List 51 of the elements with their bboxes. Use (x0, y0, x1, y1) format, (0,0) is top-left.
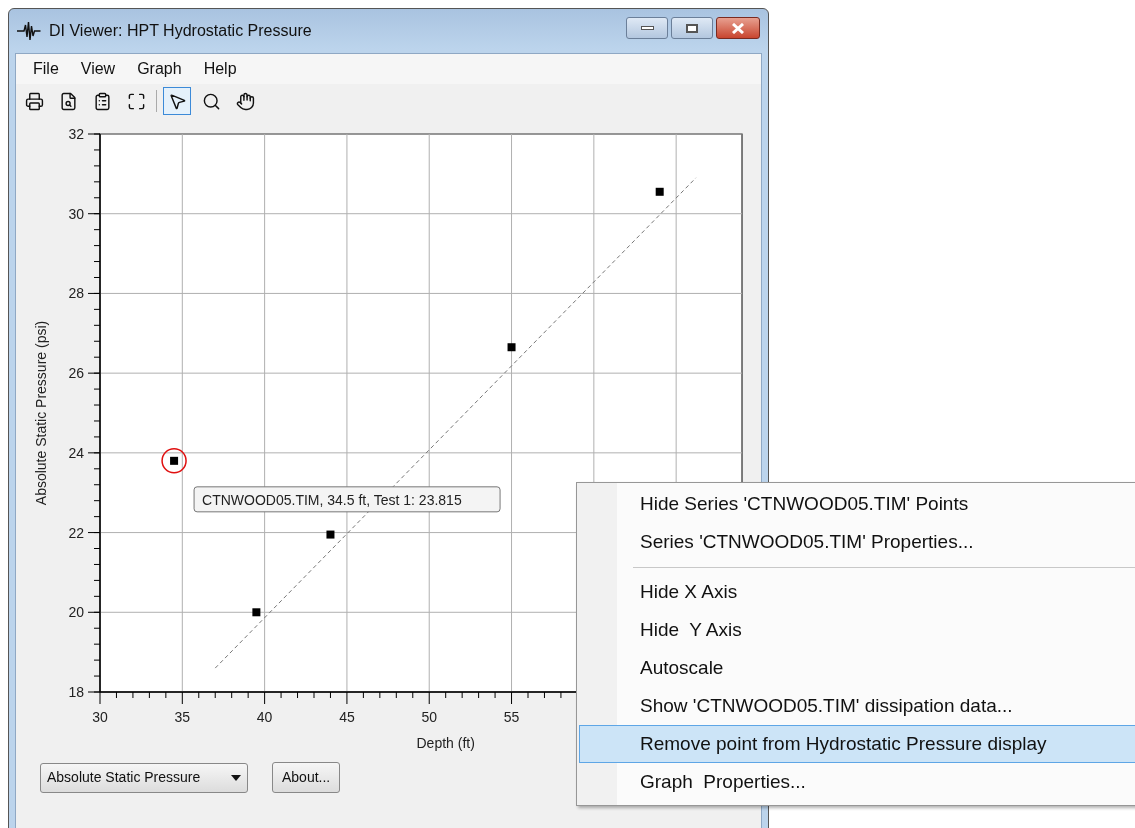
window-title: DI Viewer: HPT Hydrostatic Pressure (49, 21, 313, 41)
series-dropdown[interactable]: Absolute Static Pressure (40, 762, 248, 793)
y-tick-label: 20 (68, 604, 84, 621)
y-tick-label: 30 (68, 205, 84, 222)
about-button[interactable]: About... (272, 762, 341, 793)
context-menu-item[interactable]: Show 'CTNWOOD05.TIM' dissipation data... (579, 687, 1135, 725)
x-tick-label: 30 (92, 709, 108, 725)
data-point[interactable] (326, 530, 335, 539)
context-menu-item[interactable]: Hide Y Axis (579, 611, 1135, 649)
minimize-button[interactable] (626, 17, 668, 39)
properties-icon (92, 91, 112, 111)
waveform-icon (17, 22, 41, 40)
x-tick-label: 55 (503, 709, 520, 725)
tooltip: CTNWOOD05.TIM, 34.5 ft, Test 1: 23.815 (193, 486, 501, 513)
x-tick-label: 50 (421, 709, 437, 725)
y-tick-label: 28 (68, 285, 84, 302)
context-menu-item[interactable]: Series 'CTNWOOD05.TIM' Properties... (579, 523, 1135, 561)
menu-item[interactable]: File (24, 57, 68, 81)
close-button[interactable] (716, 17, 760, 39)
context-menu-item[interactable]: Remove point from Hydrostatic Pressure display (579, 725, 1135, 763)
menu-item[interactable]: View (71, 57, 125, 81)
fit-to-window-icon (126, 91, 146, 111)
y-tick-label: 22 (68, 524, 84, 541)
pointer-icon (167, 91, 187, 111)
menu-item[interactable]: Graph (128, 57, 191, 81)
context-menu-item[interactable]: Hide Series 'CTNWOOD05.TIM' Points (579, 485, 1135, 523)
y-tick-label: 32 (68, 126, 84, 142)
maximize-button[interactable] (671, 17, 713, 39)
printer-icon (24, 91, 44, 111)
data-point[interactable] (507, 343, 516, 352)
x-axis-title: Depth (ft) (416, 735, 475, 751)
context-menu-item[interactable]: Autoscale (579, 649, 1135, 687)
y-tick-label: 24 (68, 444, 84, 461)
context-menu-item[interactable]: Graph Properties... (579, 763, 1135, 801)
x-tick-label: 45 (339, 709, 355, 725)
x-tick-label: 40 (256, 709, 273, 725)
print-preview-icon (58, 91, 78, 111)
y-axis-title: Absolute Static Pressure (psi) (33, 320, 49, 506)
data-point[interactable] (252, 608, 261, 617)
highlighted-data-point[interactable] (161, 448, 187, 474)
x-tick-label: 35 (174, 709, 191, 725)
zoom-icon (201, 91, 221, 111)
dropdown-caret-icon (231, 774, 241, 781)
menu-item[interactable]: Help (194, 57, 246, 81)
close-icon (731, 22, 745, 34)
data-point[interactable] (655, 187, 664, 196)
y-tick-label: 18 (68, 684, 84, 700)
hand-icon (235, 91, 255, 111)
pointer-tool[interactable] (163, 87, 191, 115)
context-menu-item[interactable]: Hide X Axis (579, 573, 1135, 611)
y-tick-label: 26 (68, 365, 84, 382)
